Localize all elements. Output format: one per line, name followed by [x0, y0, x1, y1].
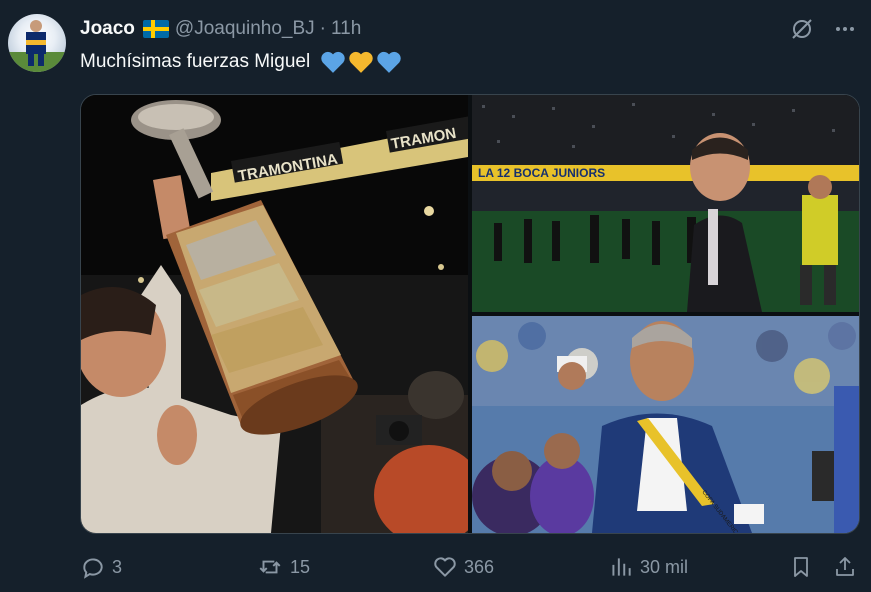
grok-icon[interactable]: [789, 16, 815, 42]
reply-count: 3: [112, 556, 123, 577]
views-icon: [612, 558, 631, 576]
reply-button[interactable]: 3: [80, 554, 122, 580]
tweet-text-body: Muchísimas fuerzas Miguel: [80, 51, 311, 72]
stadium-banner-text: LA 12 BOCA JUNIORS: [478, 166, 605, 180]
share-icon: [836, 557, 854, 576]
like-count: 366: [464, 556, 495, 577]
avatar-image: [8, 20, 66, 72]
author-handle[interactable]: @Joaquinho_BJ: [175, 18, 315, 40]
media-grid: TRAMONTINA TRAMON LA 12 BOCA JUNIORS COP…: [80, 94, 860, 534]
top-actions: [789, 16, 857, 42]
bookmark-icon: [794, 557, 808, 577]
separator: ·: [319, 18, 326, 39]
action-bar: 3 15 366 30 mil: [80, 552, 857, 582]
views-button[interactable]: 30 mil: [608, 554, 688, 580]
timestamp[interactable]: 11h: [331, 18, 361, 40]
photo-suit[interactable]: COPA SUDAMERICANA: [472, 316, 859, 533]
yellow-heart-icon: [349, 51, 373, 73]
views-count: 30 mil: [640, 556, 689, 577]
avatar[interactable]: [8, 14, 66, 72]
bookmark-button[interactable]: [789, 554, 813, 580]
repost-count: 15: [290, 556, 311, 577]
sweden-flag-icon: [142, 20, 169, 38]
like-button[interactable]: 366: [432, 554, 494, 580]
blue-heart-icon: [321, 51, 345, 73]
author-name[interactable]: Joaco: [80, 18, 135, 40]
more-options-icon[interactable]: [833, 17, 857, 41]
photo-trophy[interactable]: TRAMONTINA TRAMON: [81, 95, 468, 533]
tweet-header: Joaco @Joaquinho_BJ · 11h: [80, 16, 361, 42]
heart-icon: [434, 557, 456, 577]
tweet-text: Muchísimas fuerzas Miguel: [80, 50, 402, 74]
blue-heart-icon: [377, 51, 401, 73]
photo-stadium[interactable]: LA 12 BOCA JUNIORS: [472, 95, 859, 312]
share-button[interactable]: [833, 554, 857, 580]
repost-button[interactable]: 15: [256, 554, 310, 580]
repost-icon: [259, 560, 281, 574]
reply-icon: [83, 558, 103, 579]
hearts: [320, 50, 402, 74]
